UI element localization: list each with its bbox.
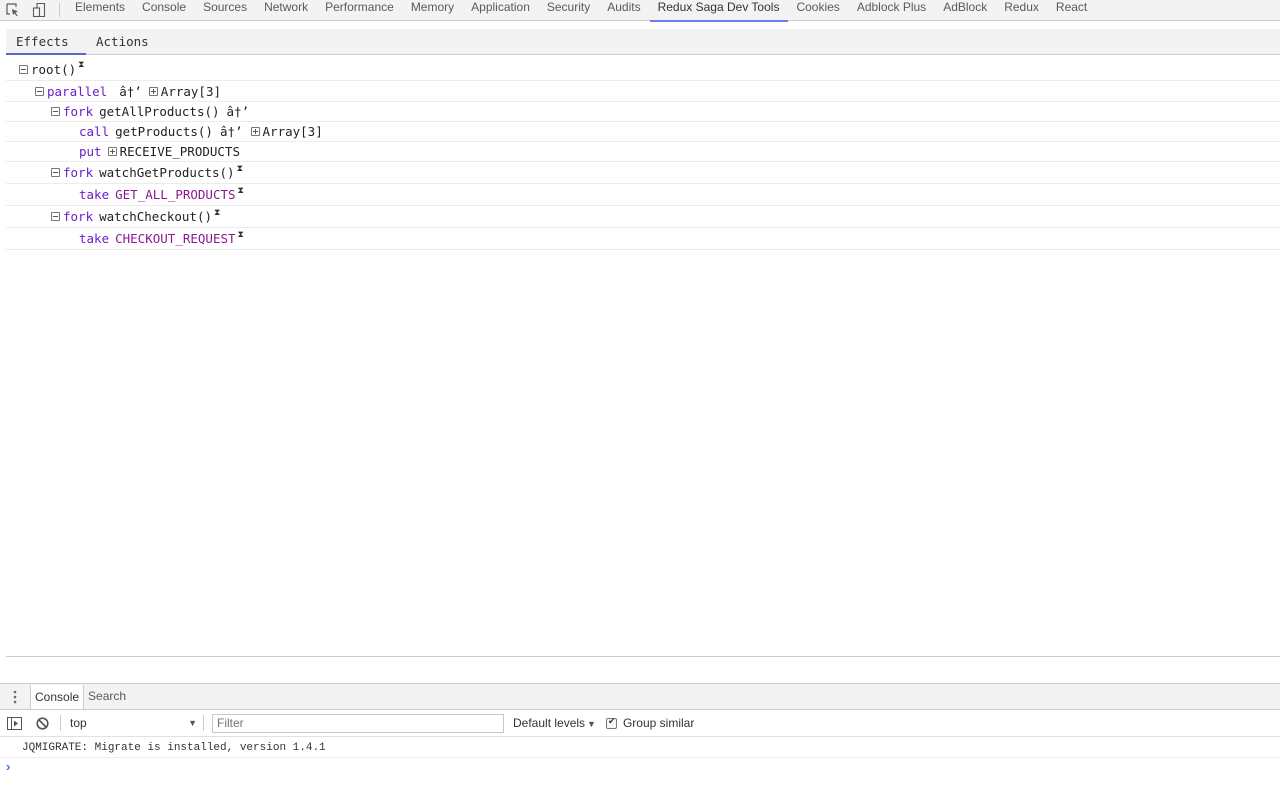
pending-hourglass-icon: ⧗: [78, 60, 85, 70]
drawer-tab-console[interactable]: Console: [30, 685, 85, 709]
context-selector[interactable]: top ▼: [67, 716, 199, 730]
effect-name: watchCheckout(): [99, 209, 212, 224]
effect-pattern: CHECKOUT_REQUEST: [115, 231, 236, 246]
effect-keyword: call: [79, 124, 110, 139]
result-arrow: â†’: [219, 124, 243, 139]
toolbar-divider: [203, 715, 204, 731]
pending-hourglass-icon: ⧗: [237, 185, 244, 196]
show-sidebar-icon[interactable]: [0, 716, 28, 730]
tree-row-root[interactable]: root() ⧗: [6, 58, 1280, 81]
context-value: top: [70, 716, 87, 730]
tab-adblock-plus[interactable]: Adblock Plus: [849, 0, 935, 21]
effect-result: Array[3]: [160, 83, 222, 99]
collapse-icon[interactable]: [35, 86, 44, 96]
pending-hourglass-icon: ⧗: [214, 207, 221, 218]
group-similar-label: Group similar: [622, 716, 695, 730]
effect-keyword: put: [79, 144, 102, 159]
pending-hourglass-icon: ⧗: [236, 163, 243, 174]
effect-keyword: fork: [63, 165, 94, 180]
tree-row-call-getproducts[interactable]: call getProducts() â†’ Array[3]: [6, 122, 1280, 142]
toolbar-divider: [59, 3, 60, 17]
effects-tree: root() ⧗ parallel â†’ Array[3] fork getA…: [6, 58, 1280, 250]
device-toolbar-icon[interactable]: [26, 0, 52, 20]
result-arrow: â†’: [119, 83, 142, 99]
collapse-icon[interactable]: [51, 107, 60, 116]
drawer-menu-icon[interactable]: [0, 684, 30, 709]
dropdown-arrow-icon: ▼: [587, 719, 596, 729]
saga-tab-bar: Effects Actions: [6, 29, 1280, 55]
tab-security[interactable]: Security: [539, 0, 599, 21]
dropdown-arrow-icon: ▼: [188, 718, 197, 728]
tree-row-parallel[interactable]: parallel â†’ Array[3]: [6, 81, 1280, 102]
tree-row-fork-watchcheckout[interactable]: fork watchCheckout() ⧗: [6, 206, 1280, 228]
effect-pattern: GET_ALL_PRODUCTS: [115, 187, 236, 202]
tree-row-take-checkout-request[interactable]: take CHECKOUT_REQUEST ⧗: [6, 228, 1280, 250]
tab-network[interactable]: Network: [256, 0, 317, 21]
tab-actions[interactable]: Actions: [86, 29, 159, 54]
group-similar-checkbox[interactable]: [605, 716, 617, 729]
log-levels-dropdown[interactable]: Default levels ▼: [513, 716, 596, 730]
tab-adblock[interactable]: AdBlock: [935, 0, 996, 21]
tab-console[interactable]: Console: [134, 0, 195, 21]
expand-icon[interactable]: [250, 127, 260, 136]
tree-row-fork-getallproducts[interactable]: fork getAllProducts() â†’: [6, 102, 1280, 122]
tab-memory[interactable]: Memory: [403, 0, 463, 21]
tab-effects[interactable]: Effects: [6, 29, 86, 55]
console-toolbar: top ▼ Default levels▼ Group similar: [0, 710, 1280, 737]
console-prompt-icon[interactable]: ›: [6, 759, 10, 774]
toolbar-divider: [60, 715, 61, 731]
tab-redux[interactable]: Redux: [996, 0, 1048, 21]
effect-keyword: fork: [63, 209, 94, 224]
clear-console-icon[interactable]: [28, 716, 56, 730]
tab-application[interactable]: Application: [463, 0, 539, 21]
expand-icon[interactable]: [107, 147, 117, 156]
tree-row-put-receive-products[interactable]: put RECEIVE_PRODUCTS: [6, 142, 1280, 162]
inspect-element-icon[interactable]: [0, 0, 26, 20]
tab-redux-saga-dev-tools[interactable]: Redux Saga Dev Tools: [649, 0, 789, 22]
effect-keyword: take: [79, 187, 110, 202]
panel-divider: [6, 656, 1280, 657]
tab-react[interactable]: React: [1048, 0, 1096, 21]
devtools-tab-bar: Elements Console Sources Network Perform…: [0, 0, 1280, 22]
drawer-tab-bar: Console Search: [0, 683, 1280, 710]
group-similar-toggle[interactable]: Group similar: [605, 716, 695, 730]
effect-name: root(): [31, 61, 77, 77]
collapse-icon[interactable]: [51, 212, 60, 221]
effect-keyword: parallel: [47, 83, 108, 99]
tree-row-fork-watchgetproducts[interactable]: fork watchGetProducts() ⧗: [6, 162, 1280, 184]
console-message: JQMIGRATE: Migrate is installed, version…: [0, 738, 1280, 758]
tab-performance[interactable]: Performance: [317, 0, 403, 21]
result-arrow: â†’: [226, 104, 250, 119]
effect-keyword: fork: [63, 104, 94, 119]
effect-action: RECEIVE_PRODUCTS: [119, 144, 240, 159]
log-levels-label: Default levels: [513, 716, 586, 730]
effect-result: Array[3]: [262, 124, 323, 139]
filter-input[interactable]: [212, 713, 504, 733]
tab-sources[interactable]: Sources: [195, 0, 256, 21]
effect-keyword: take: [79, 231, 110, 246]
effect-name: watchGetProducts(): [99, 165, 235, 180]
tree-row-take-get-all-products[interactable]: take GET_ALL_PRODUCTS ⧗: [6, 184, 1280, 206]
tab-audits[interactable]: Audits: [599, 0, 649, 21]
effect-name: getAllProducts(): [99, 104, 220, 119]
pending-hourglass-icon: ⧗: [237, 229, 244, 240]
collapse-icon[interactable]: [51, 168, 60, 177]
tab-elements[interactable]: Elements: [67, 0, 134, 21]
tab-cookies[interactable]: Cookies: [788, 0, 848, 21]
collapse-icon[interactable]: [19, 64, 28, 74]
expand-icon[interactable]: [148, 86, 158, 96]
effect-name: getProducts(): [115, 124, 213, 139]
drawer-tab-search[interactable]: Search: [84, 684, 130, 709]
